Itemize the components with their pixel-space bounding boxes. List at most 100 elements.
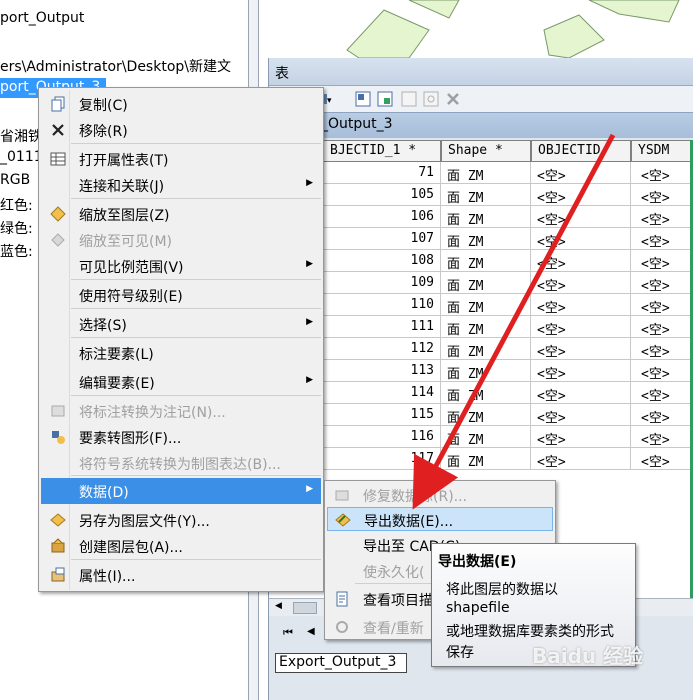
submenu-item-1[interactable]: 导出数据(E)... [327, 507, 553, 531]
cell-objectid[interactable]: <空> [531, 360, 631, 382]
cell-objectid-1[interactable]: 107 [323, 228, 441, 250]
cell-shape[interactable]: 面 ZM [441, 294, 531, 316]
column-header-ysdm[interactable]: YSDM [631, 140, 693, 162]
table-row[interactable]: 106 面 ZM <空> <空> [269, 206, 693, 228]
menu-item-7[interactable]: 使用符号级别(E) [41, 282, 321, 308]
cell-objectid[interactable]: <空> [531, 338, 631, 360]
cell-objectid[interactable]: <空> [531, 426, 631, 448]
cell-objectid[interactable]: <空> [531, 294, 631, 316]
table-row[interactable]: 107 面 ZM <空> <空> [269, 228, 693, 250]
menu-item-6[interactable]: 可见比例范围(V) ▶ [41, 253, 321, 279]
table-tab-export-output-3[interactable]: Export_Output_3 [275, 653, 407, 673]
menu-item-4[interactable]: 缩放至图层(Z) [41, 201, 321, 227]
cell-shape[interactable]: 面 ZM [441, 272, 531, 294]
cell-shape[interactable]: 面 ZM [441, 228, 531, 250]
cell-ysdm[interactable]: <空> [631, 360, 691, 382]
cell-objectid[interactable]: <空> [531, 382, 631, 404]
cell-objectid[interactable]: <空> [531, 184, 631, 206]
menu-item-10[interactable]: 编辑要素(E) ▶ [41, 369, 321, 395]
select-by-attributes-icon[interactable] [355, 91, 371, 107]
menu-item-3[interactable]: 连接和关联(J) ▶ [41, 172, 321, 198]
switch-selection-icon[interactable] [377, 91, 393, 107]
table-row[interactable]: 113 面 ZM <空> <空> [269, 360, 693, 382]
cell-objectid[interactable]: <空> [531, 404, 631, 426]
cell-shape[interactable]: 面 ZM [441, 250, 531, 272]
cell-shape[interactable]: 面 ZM [441, 338, 531, 360]
table-window-titlebar[interactable]: 表 [269, 58, 693, 86]
cell-objectid-1[interactable]: 71 [323, 162, 441, 184]
cell-objectid-1[interactable]: 108 [323, 250, 441, 272]
table-row[interactable]: 111 面 ZM <空> <空> [269, 316, 693, 338]
clear-selection-icon[interactable] [401, 91, 417, 107]
cell-ysdm[interactable]: <空> [631, 206, 691, 228]
menu-item-2[interactable]: 打开属性表(T) [41, 146, 321, 172]
cell-shape[interactable]: 面 ZM [441, 162, 531, 184]
menu-item-16[interactable]: 创建图层包(A)... [41, 533, 321, 559]
table-row[interactable]: 115 面 ZM <空> <空> [269, 404, 693, 426]
menu-item-15[interactable]: 另存为图层文件(Y)... [41, 507, 321, 533]
menu-item-0[interactable]: 复制(C) [41, 91, 321, 117]
cell-objectid-1[interactable]: 115 [323, 404, 441, 426]
menu-item-17[interactable]: 属性(I)... [41, 562, 321, 588]
cell-objectid[interactable]: <空> [531, 228, 631, 250]
cell-objectid-1[interactable]: 113 [323, 360, 441, 382]
cell-ysdm[interactable]: <空> [631, 272, 691, 294]
menu-item-1[interactable]: 移除(R) [41, 117, 321, 143]
cell-objectid-1[interactable]: 109 [323, 272, 441, 294]
table-row[interactable]: 105 面 ZM <空> <空> [269, 184, 693, 206]
cell-ysdm[interactable]: <空> [631, 448, 691, 470]
table-row[interactable]: 71 面 ZM <空> <空> [269, 162, 693, 184]
cell-shape[interactable]: 面 ZM [441, 206, 531, 228]
cell-objectid-1[interactable]: 112 [323, 338, 441, 360]
cell-ysdm[interactable]: <空> [631, 294, 691, 316]
table-row[interactable]: 109 面 ZM <空> <空> [269, 272, 693, 294]
table-row[interactable]: 110 面 ZM <空> <空> [269, 294, 693, 316]
cell-ysdm[interactable]: <空> [631, 382, 691, 404]
zoom-to-selected-icon[interactable] [423, 91, 439, 107]
table-row[interactable]: 116 面 ZM <空> <空> [269, 426, 693, 448]
column-header-shape[interactable]: Shape * [441, 140, 531, 162]
cell-shape[interactable]: 面 ZM [441, 448, 531, 470]
menu-item-12[interactable]: 要素转图形(F)... [41, 424, 321, 450]
menu-item-9[interactable]: 标注要素(L) [41, 340, 321, 366]
cell-shape[interactable]: 面 ZM [441, 360, 531, 382]
scroll-thumb[interactable] [293, 602, 317, 614]
cell-ysdm[interactable]: <空> [631, 250, 691, 272]
cell-shape[interactable]: 面 ZM [441, 184, 531, 206]
cell-objectid[interactable]: <空> [531, 162, 631, 184]
cell-ysdm[interactable]: <空> [631, 162, 691, 184]
cell-objectid-1[interactable]: 114 [323, 382, 441, 404]
cell-objectid[interactable]: <空> [531, 316, 631, 338]
cell-shape[interactable]: 面 ZM [441, 316, 531, 338]
column-header-objectid[interactable]: OBJECTID [531, 140, 631, 162]
first-record-icon[interactable]: ⏮ [283, 626, 293, 640]
scroll-left-icon[interactable]: ◀ [275, 601, 282, 611]
cell-objectid-1[interactable]: 116 [323, 426, 441, 448]
cell-shape[interactable]: 面 ZM [441, 426, 531, 448]
cell-ysdm[interactable]: <空> [631, 228, 691, 250]
cell-shape[interactable]: 面 ZM [441, 404, 531, 426]
cell-ysdm[interactable]: <空> [631, 404, 691, 426]
table-row[interactable]: 112 面 ZM <空> <空> [269, 338, 693, 360]
delete-selected-icon[interactable] [445, 91, 461, 107]
column-header-objectid-1[interactable]: BJECTID_1 * [323, 140, 441, 162]
table-row[interactable]: 114 面 ZM <空> <空> [269, 382, 693, 404]
cell-objectid-1[interactable]: 111 [323, 316, 441, 338]
menu-item-14[interactable]: 数据(D) ▶ [41, 478, 321, 504]
cell-objectid-1[interactable]: 106 [323, 206, 441, 228]
cell-objectid-1[interactable]: 110 [323, 294, 441, 316]
cell-shape[interactable]: 面 ZM [441, 382, 531, 404]
map-view[interactable] [259, 0, 693, 58]
cell-objectid-1[interactable]: 117 [323, 448, 441, 470]
cell-ysdm[interactable]: <空> [631, 184, 691, 206]
cell-ysdm[interactable]: <空> [631, 316, 691, 338]
menu-item-8[interactable]: 选择(S) ▶ [41, 311, 321, 337]
table-tab-title[interactable]: _Output_3 [269, 112, 693, 138]
previous-record-icon[interactable]: ◀ [307, 626, 315, 637]
cell-objectid-1[interactable]: 105 [323, 184, 441, 206]
toc-layer-name[interactable]: port_Output [0, 10, 84, 26]
cell-objectid[interactable]: <空> [531, 206, 631, 228]
cell-objectid[interactable]: <空> [531, 250, 631, 272]
cell-objectid[interactable]: <空> [531, 448, 631, 470]
table-row[interactable]: 117 面 ZM <空> <空> [269, 448, 693, 470]
